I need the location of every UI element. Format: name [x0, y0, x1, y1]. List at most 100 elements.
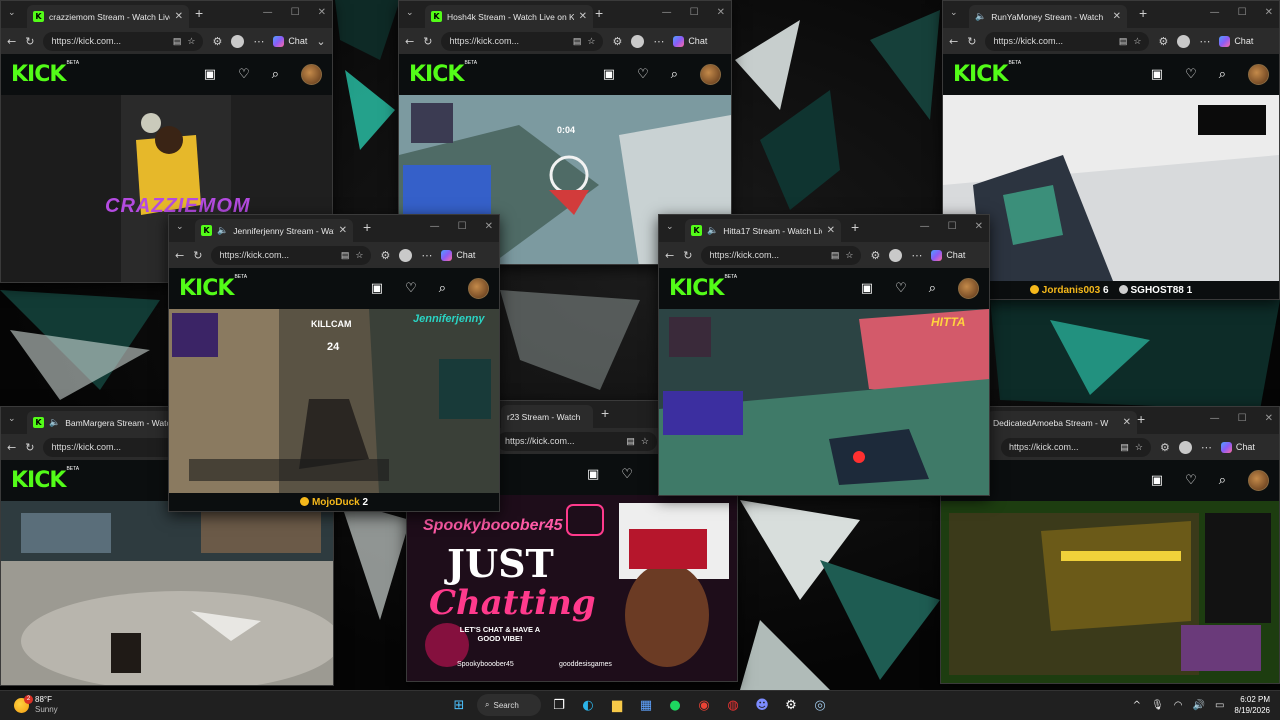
star-icon[interactable]: ☆	[187, 36, 195, 47]
speaker-icon[interactable]: 🔈	[975, 12, 986, 22]
copilot-chat-button[interactable]: Chat	[1220, 441, 1255, 453]
store-icon[interactable]: ▦	[635, 694, 657, 716]
more-icon[interactable]: ⋯	[1199, 35, 1210, 48]
browse-icon[interactable]: ▣	[1151, 67, 1163, 82]
extensions-icon[interactable]: ⚙	[1158, 35, 1168, 48]
stream-video[interactable]	[941, 501, 1279, 683]
more-icon[interactable]: ⋯	[911, 249, 922, 262]
heart-icon[interactable]: ♡	[1185, 67, 1197, 82]
close-window-icon[interactable]: ✕	[717, 7, 725, 18]
more-icon[interactable]: ⋯	[421, 249, 432, 262]
back-arrow-icon[interactable]: ←	[949, 35, 958, 48]
new-tab-button[interactable]: +	[601, 405, 609, 421]
search-icon[interactable]: ⌕	[929, 281, 936, 296]
browse-icon[interactable]: ▣	[371, 281, 383, 296]
tab-active[interactable]: K 🔈 BamMargera Stream - Watch	[27, 411, 177, 434]
tab-menu-icon[interactable]: ⌄	[8, 8, 16, 18]
browser-window-hitta17[interactable]: ⌄ K 🔈 Hitta17 Stream - Watch Live o ✕ + …	[658, 214, 990, 496]
heart-icon[interactable]: ♡	[895, 281, 907, 296]
star-icon[interactable]: ☆	[1135, 442, 1143, 453]
maximize-icon[interactable]: ☐	[1238, 7, 1247, 18]
tab-menu-icon[interactable]: ⌄	[950, 8, 958, 18]
minimize-icon[interactable]: —	[662, 7, 672, 18]
star-icon[interactable]: ☆	[355, 250, 363, 261]
browse-icon[interactable]: ▣	[861, 281, 873, 296]
new-tab-button[interactable]: +	[1139, 5, 1147, 21]
search-icon[interactable]: ⌕	[1219, 473, 1226, 488]
browse-icon[interactable]: ▣	[587, 467, 599, 482]
kick-logo[interactable]: KICK	[11, 468, 66, 493]
stream-video[interactable]: KILLCAM 24 Jenniferjenny	[169, 309, 499, 493]
speaker-icon[interactable]: 🔈	[707, 226, 718, 236]
browse-icon[interactable]: ▣	[603, 67, 615, 82]
user-avatar[interactable]	[700, 64, 721, 85]
taskbar-search[interactable]: ⌕ Search	[477, 694, 541, 716]
maximize-icon[interactable]: ☐	[1238, 413, 1247, 424]
volume-icon[interactable]: 🔊	[1193, 700, 1205, 711]
start-icon[interactable]: ⊞	[448, 694, 470, 716]
extensions-icon[interactable]: ⚙	[870, 249, 880, 262]
discord-icon[interactable]: ☻	[751, 694, 773, 716]
heart-icon[interactable]: ♡	[621, 467, 633, 482]
copilot-chat-button[interactable]: Chat	[673, 35, 707, 47]
browse-icon[interactable]: ▣	[204, 67, 216, 82]
clock[interactable]: 6:02 PM 8/19/2026	[1234, 694, 1270, 716]
battery-icon[interactable]: ▭	[1215, 700, 1224, 711]
address-bar[interactable]: https://kick.com... ▤ ☆	[1001, 437, 1151, 457]
file-explorer-icon[interactable]: ▆	[606, 694, 628, 716]
back-arrow-icon[interactable]: ←	[665, 249, 674, 262]
tab-active[interactable]: K Hosh4k Stream - Watch Live on Ki ✕	[425, 5, 593, 28]
extensions-icon[interactable]: ⚙	[1160, 441, 1170, 454]
wifi-icon[interactable]: ◠	[1174, 700, 1183, 711]
back-arrow-icon[interactable]: ←	[7, 35, 16, 48]
heart-icon[interactable]: ♡	[405, 281, 417, 296]
minimize-icon[interactable]: —	[920, 221, 930, 232]
maximize-icon[interactable]: ☐	[690, 7, 699, 18]
copilot-chat-button[interactable]: Chat	[441, 249, 475, 261]
tab-active[interactable]: K 🔈 Jenniferjenny Stream - Watch ✕	[195, 219, 353, 242]
settings-icon[interactable]: ⚙	[780, 694, 802, 716]
extensions-icon[interactable]: ⚙	[380, 249, 390, 262]
maximize-icon[interactable]: ☐	[948, 221, 957, 232]
viewer-entry[interactable]: Jordanis003 6	[1029, 284, 1109, 296]
back-arrow-icon[interactable]: ←	[7, 441, 16, 454]
heart-icon[interactable]: ♡	[1185, 473, 1197, 488]
chevron-down-icon[interactable]: ⌄	[316, 35, 325, 48]
close-window-icon[interactable]: ✕	[318, 7, 326, 18]
spotify-icon[interactable]: ●	[664, 694, 686, 716]
new-tab-button[interactable]: +	[195, 5, 203, 21]
browse-icon[interactable]: ▣	[1151, 473, 1163, 488]
new-tab-button[interactable]: +	[1137, 411, 1145, 427]
more-icon[interactable]: ⋯	[653, 35, 664, 48]
minimize-icon[interactable]: —	[1210, 7, 1220, 18]
reload-icon[interactable]: ↻	[193, 249, 202, 262]
profile-avatar[interactable]	[399, 248, 413, 262]
steam-icon[interactable]: ◎	[809, 694, 831, 716]
microphone-icon[interactable]: 🎙	[1151, 700, 1164, 711]
copilot-chat-button[interactable]: Chat	[1219, 35, 1253, 47]
user-avatar[interactable]	[958, 278, 979, 299]
speaker-icon[interactable]: 🔈	[49, 418, 60, 428]
back-arrow-icon[interactable]: ←	[405, 35, 414, 48]
reader-icon[interactable]: ▤	[831, 250, 840, 261]
kick-logo[interactable]: KICK	[953, 62, 1008, 87]
more-icon[interactable]: ⋯	[1201, 441, 1212, 454]
search-icon[interactable]: ⌕	[671, 67, 678, 82]
heart-icon[interactable]: ♡	[238, 67, 250, 82]
tab-close-icon[interactable]: ✕	[827, 225, 835, 236]
extensions-icon[interactable]: ⚙	[612, 35, 622, 48]
maximize-icon[interactable]: ☐	[291, 7, 300, 18]
reload-icon[interactable]: ↻	[967, 35, 976, 48]
kick-logo[interactable]: KICK	[409, 62, 464, 87]
tab-active[interactable]: K 🔈 Hitta17 Stream - Watch Live o ✕	[685, 219, 841, 242]
star-icon[interactable]: ☆	[1133, 36, 1141, 47]
address-bar[interactable]: https://kick.com... ▤ ☆	[985, 31, 1150, 51]
reader-icon[interactable]: ▤	[1119, 36, 1128, 47]
heart-icon[interactable]: ♡	[637, 67, 649, 82]
reload-icon[interactable]: ↻	[683, 249, 692, 262]
chrome-icon[interactable]: ◉	[693, 694, 715, 716]
star-icon[interactable]: ☆	[587, 36, 595, 47]
tab-menu-icon[interactable]: ⌄	[666, 222, 674, 232]
tab-menu-icon[interactable]: ⌄	[176, 222, 184, 232]
reload-icon[interactable]: ↻	[25, 35, 34, 48]
